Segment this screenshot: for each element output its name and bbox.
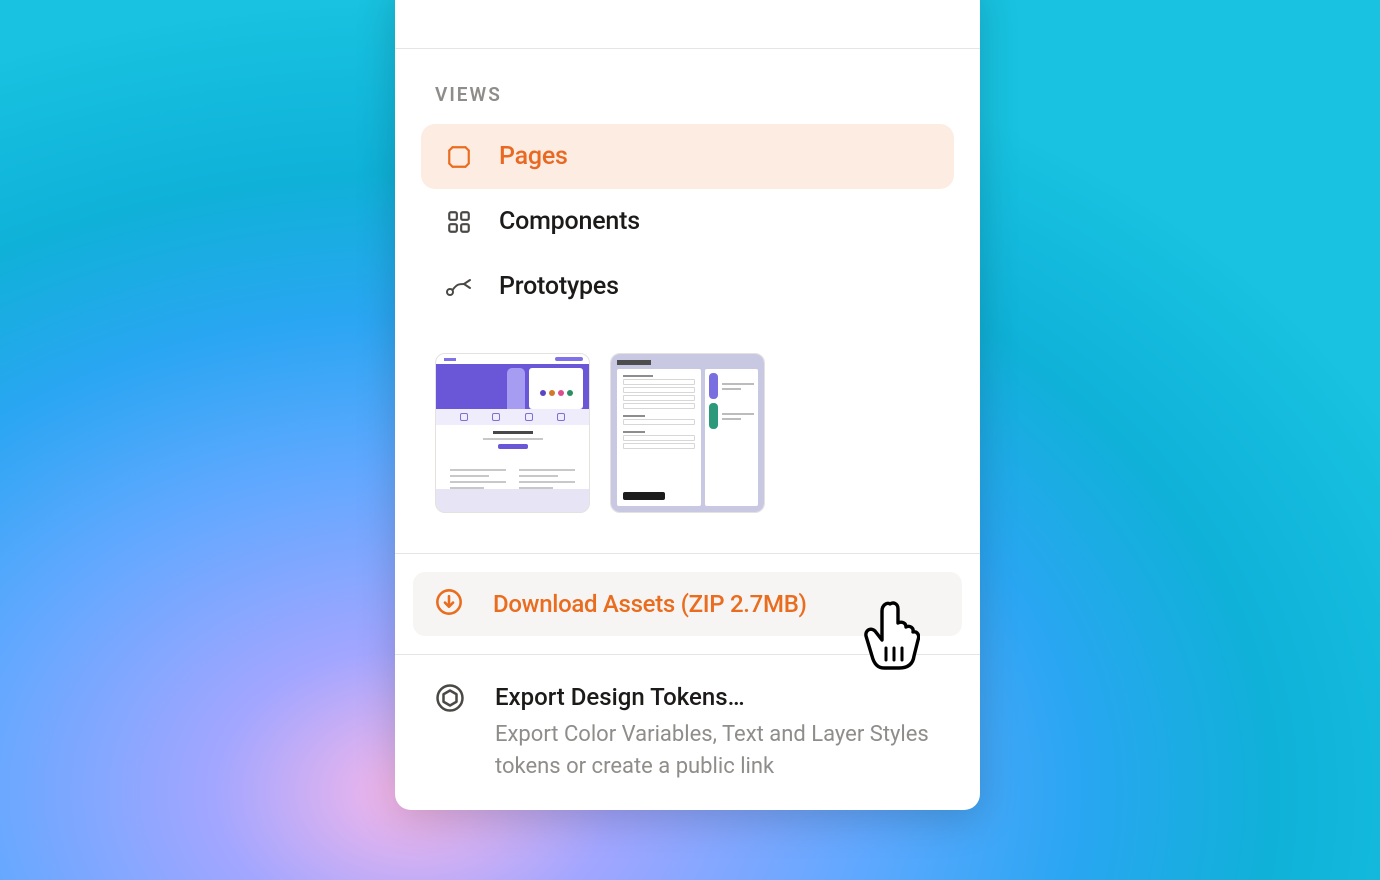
download-assets-button[interactable]: Download Assets (ZIP 2.7MB) — [413, 572, 962, 636]
export-design-tokens-button[interactable]: Export Design Tokens… Export Color Varia… — [395, 655, 980, 783]
view-label: Components — [499, 207, 640, 236]
download-assets-label: Download Assets (ZIP 2.7MB) — [493, 590, 807, 618]
pages-icon — [445, 143, 473, 171]
export-tokens-description: Export Color Variables, Text and Layer S… — [495, 719, 940, 783]
view-label: Prototypes — [499, 272, 619, 301]
view-label: Pages — [499, 142, 568, 171]
view-item-components[interactable]: Components — [421, 189, 954, 254]
prototype-thumbnails — [395, 319, 980, 553]
views-section-title: VIEWS — [395, 49, 980, 124]
prototype-thumb-2[interactable] — [610, 353, 765, 513]
view-item-prototypes[interactable]: Prototypes — [421, 254, 954, 319]
export-tokens-text: Export Design Tokens… Export Color Varia… — [495, 683, 940, 783]
prototype-thumb-1[interactable] — [435, 353, 590, 513]
export-panel: VIEWS Pages Components — [395, 0, 980, 810]
panel-top-spacer — [395, 0, 980, 48]
views-list: Pages Components Prototyp — [395, 124, 980, 319]
view-item-pages[interactable]: Pages — [421, 124, 954, 189]
target-icon — [435, 683, 465, 783]
prototypes-icon — [445, 273, 473, 301]
download-icon — [435, 588, 463, 620]
components-icon — [445, 208, 473, 236]
export-tokens-title: Export Design Tokens… — [495, 683, 940, 711]
divider — [395, 553, 980, 554]
